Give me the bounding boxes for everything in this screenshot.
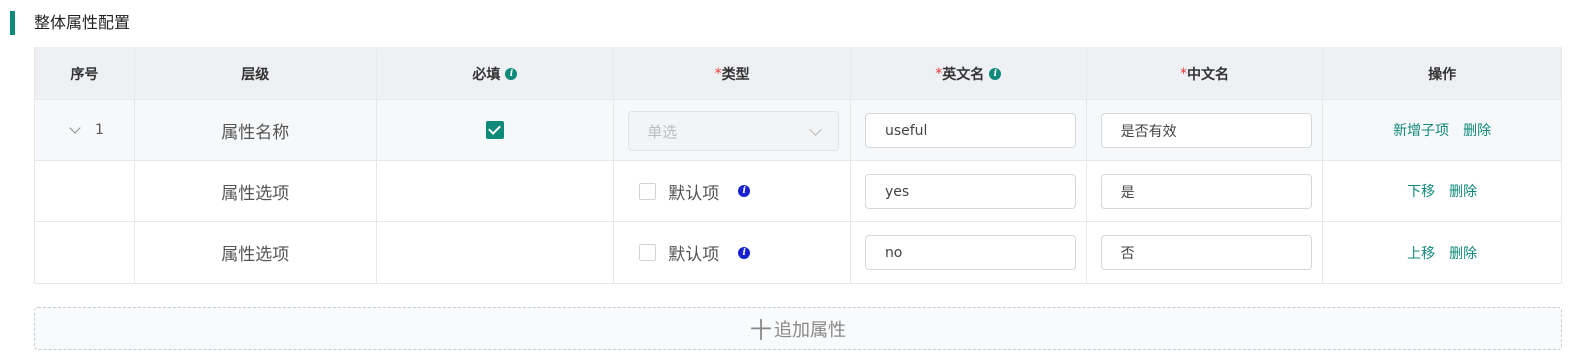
required-cell: [377, 161, 615, 221]
header-required: 必填 i: [377, 49, 615, 99]
attribute-table: 序号 层级 必填 i * 类型 * 英文名 i * 中文名 操作 1 属性名称: [34, 47, 1562, 284]
seq-cell: [35, 161, 135, 221]
table-row: 属性选项 默认项 i no 否 上移 删除: [35, 222, 1561, 283]
info-icon[interactable]: i: [738, 246, 751, 259]
default-option: 默认项 i: [639, 161, 751, 221]
level-label: 属性选项: [221, 183, 290, 204]
en-name-input[interactable]: yes: [864, 174, 1076, 209]
level-label: 属性选项: [221, 245, 290, 265]
header-en-name-label: 英文名: [942, 67, 985, 83]
type-select-placeholder: 单选: [647, 122, 678, 141]
level-cell: 属性选项: [135, 222, 377, 283]
move-up-link[interactable]: 上移: [1407, 243, 1435, 263]
delete-link[interactable]: 删除: [1463, 120, 1491, 140]
actions-cell: 新增子项 删除: [1323, 100, 1561, 160]
cn-name-input[interactable]: 否: [1100, 235, 1312, 270]
cn-name-cell: 是否有效: [1087, 100, 1324, 160]
section-title: 整体属性配置: [34, 13, 131, 32]
info-icon[interactable]: i: [989, 68, 1002, 80]
required-checkbox[interactable]: [485, 121, 504, 139]
en-name-input[interactable]: no: [864, 235, 1076, 270]
cn-name-cell: 否: [1087, 222, 1324, 283]
header-cn-name: * 中文名: [1087, 49, 1324, 99]
table-row: 1 属性名称 单选 useful 是否有效 新增子项 删除: [35, 100, 1561, 161]
seq-cell: 1: [35, 100, 135, 160]
actions-cell: 上移 删除: [1323, 222, 1561, 283]
add-attribute-button[interactable]: 十 追加属性: [34, 307, 1562, 350]
move-down-link[interactable]: 下移: [1407, 181, 1435, 201]
type-cell: 单选: [614, 100, 851, 160]
level-cell: 属性选项: [135, 161, 377, 221]
add-attribute-label: 追加属性: [774, 319, 846, 341]
info-icon[interactable]: i: [738, 185, 751, 197]
chevron-down-icon: [809, 123, 823, 136]
table-row: 属性选项 默认项 i yes 是 下移 删除: [35, 161, 1561, 222]
header-actions: 操作: [1428, 67, 1457, 83]
default-checkbox[interactable]: [639, 244, 657, 261]
cn-name-input[interactable]: 是否有效: [1100, 113, 1312, 148]
default-checkbox[interactable]: [639, 182, 657, 200]
seq-cell: [35, 222, 135, 283]
type-cell: 默认项 i: [614, 161, 851, 221]
required-star: *: [714, 66, 722, 82]
en-name-cell: no: [851, 222, 1087, 283]
plus-icon: 十: [749, 318, 772, 344]
required-cell: [377, 222, 615, 283]
delete-link[interactable]: 删除: [1449, 243, 1477, 263]
chevron-down-icon[interactable]: [69, 121, 81, 134]
cn-name-input[interactable]: 是: [1100, 174, 1312, 209]
type-select[interactable]: 单选: [628, 111, 840, 151]
actions-cell: 下移 删除: [1323, 161, 1561, 221]
add-child-link[interactable]: 新增子项: [1393, 120, 1449, 140]
header-required-label: 必填: [472, 67, 501, 83]
default-option: 默认项 i: [639, 222, 751, 283]
delete-link[interactable]: 删除: [1449, 181, 1477, 201]
section-header: 整体属性配置: [0, 0, 1579, 42]
header-level: 层级: [135, 49, 377, 99]
table-header-row: 序号 层级 必填 i * 类型 * 英文名 i * 中文名 操作: [35, 49, 1561, 100]
header-seq: 序号: [35, 49, 135, 99]
level-cell: 属性名称: [135, 100, 377, 160]
section-accent-bar: [10, 11, 15, 35]
required-star: *: [1179, 66, 1187, 82]
default-label: 默认项: [668, 183, 720, 204]
required-cell: [377, 100, 615, 160]
info-icon[interactable]: i: [505, 68, 518, 80]
header-type: * 类型: [614, 49, 851, 99]
header-en-name: * 英文名 i: [851, 49, 1087, 99]
en-name-cell: yes: [851, 161, 1087, 221]
cn-name-cell: 是: [1087, 161, 1324, 221]
header-type-label: 类型: [721, 67, 750, 83]
seq-number: 1: [95, 122, 104, 138]
en-name-cell: useful: [851, 100, 1087, 160]
level-label: 属性名称: [221, 122, 290, 143]
header-cn-name-label: 中文名: [1186, 67, 1229, 83]
default-label: 默认项: [668, 245, 720, 265]
type-cell: 默认项 i: [614, 222, 851, 283]
en-name-input[interactable]: useful: [864, 113, 1076, 148]
